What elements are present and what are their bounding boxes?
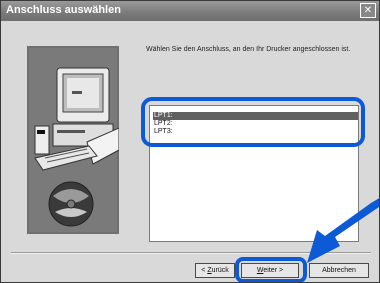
window-title: Anschluss auswählen [6, 4, 121, 16]
close-icon: ✕ [363, 5, 373, 16]
back-button[interactable]: < Zurück [195, 263, 235, 278]
port-list-highlight [141, 97, 365, 147]
title-bar: Anschluss auswählen ✕ [1, 1, 379, 21]
pointer-arrow-icon [307, 198, 379, 263]
instruction-text: Wählen Sie den Anschluss, an den Ihr Dru… [146, 46, 351, 53]
cd-disc-icon [47, 182, 95, 230]
next-button-highlight [235, 257, 307, 282]
close-button[interactable]: ✕ [360, 3, 376, 18]
setup-dialog: Anschluss auswählen ✕ Wählen Sie den Ans… [0, 0, 380, 283]
